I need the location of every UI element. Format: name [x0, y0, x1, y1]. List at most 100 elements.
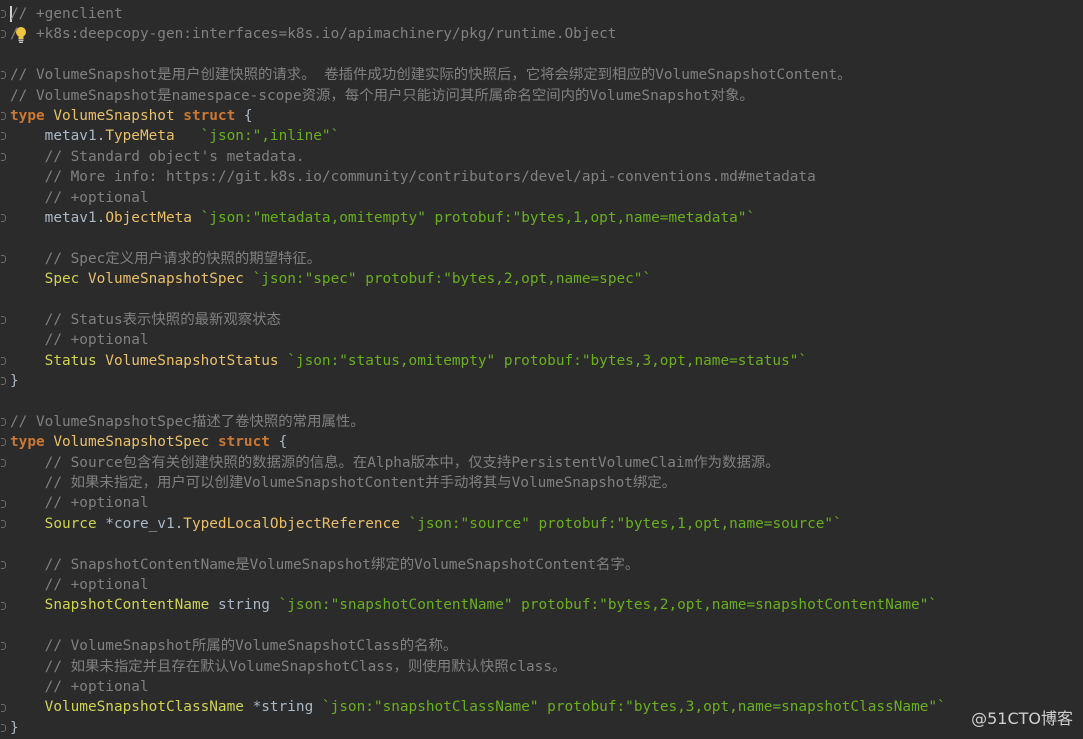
- code-token-keyword: type: [10, 107, 45, 124]
- fold-marker-icon[interactable]: [1, 254, 6, 263]
- code-line[interactable]: metav1.TypeMeta `json:",inline"`: [10, 126, 946, 146]
- code-token-type: VolumeSnapshotStatus: [96, 352, 288, 369]
- code-line[interactable]: // VolumeSnapshotSpec描述了卷快照的常用属性。: [10, 412, 946, 432]
- code-line[interactable]: }: [10, 718, 946, 738]
- code-line[interactable]: // VolumeSnapshot是namespace-scope资源，每个用户…: [10, 86, 946, 106]
- code-token-comment: // VolumeSnapshotSpec描述了卷快照的常用属性。: [10, 413, 365, 430]
- code-line[interactable]: VolumeSnapshotClassName *string `json:"s…: [10, 697, 946, 717]
- code-line[interactable]: type VolumeSnapshotSpec struct {: [10, 432, 946, 452]
- code-line[interactable]: SnapshotContentName string `json:"snapsh…: [10, 595, 946, 615]
- fold-marker-icon[interactable]: [1, 418, 6, 426]
- code-token-ident: string: [209, 597, 279, 614]
- fold-marker-icon[interactable]: [1, 601, 6, 610]
- code-line[interactable]: // VolumeSnapshot是用户创建快照的请求。 卷插件成功创建实际的快…: [10, 65, 946, 85]
- code-token-ident: metav1.: [10, 128, 106, 145]
- code-line[interactable]: // More info: https://git.k8s.io/communi…: [10, 167, 946, 187]
- code-token-comment: // +optional: [10, 495, 149, 512]
- code-token-comment: // +optional: [10, 678, 149, 695]
- code-token-comment: // +genclient: [10, 6, 123, 22]
- fold-gutter: [0, 0, 9, 739]
- code-line[interactable]: // +optional: [10, 330, 946, 350]
- code-line[interactable]: // VolumeSnapshot所属的VolumeSnapshotClass的…: [10, 636, 946, 656]
- fold-marker-icon[interactable]: [1, 316, 6, 324]
- code-token-ident: metav1.: [10, 209, 106, 226]
- code-line[interactable]: // Status表示快照的最新观察状态: [10, 310, 946, 330]
- code-token-keyword: struct: [183, 107, 236, 124]
- code-line[interactable]: // 如果未指定，用户可以创建VolumeSnapshotContent并手动将…: [10, 473, 946, 493]
- code-token-comment: / +k8s:deepcopy-gen:interfaces=k8s.io/ap…: [10, 26, 617, 43]
- code-token-type: VolumeSnapshotSpec: [79, 271, 253, 288]
- code-token-punct: }: [10, 373, 19, 390]
- code-line[interactable]: // +optional: [10, 493, 946, 513]
- code-token-comment: // Status表示快照的最新观察状态: [10, 311, 281, 328]
- fold-marker-icon[interactable]: [1, 499, 6, 508]
- fold-marker-icon[interactable]: [1, 30, 6, 39]
- code-token-tag: `json:"snapshotContentName" protobuf:"by…: [278, 597, 938, 614]
- fold-marker-icon[interactable]: [1, 112, 6, 120]
- code-editor[interactable]: // +genclient / +k8s:deepcopy-gen:interfa…: [0, 0, 1083, 739]
- code-token-comment: // 如果未指定，用户可以创建VolumeSnapshotContent并手动将…: [10, 474, 677, 491]
- code-token-comment: // VolumeSnapshot是namespace-scope资源，每个用户…: [10, 87, 754, 104]
- code-line[interactable]: // Source包含有关创建快照的数据源的信息。在Alpha版本中，仅支持Pe…: [10, 453, 946, 473]
- fold-marker-icon[interactable]: [1, 458, 6, 467]
- code-token-tag: `json:"metadata,omitempty" protobuf:"byt…: [200, 209, 756, 226]
- code-line[interactable]: [10, 391, 946, 411]
- fold-marker-icon[interactable]: [1, 520, 6, 528]
- code-token-type: ObjectMeta: [105, 209, 192, 226]
- fold-marker-icon[interactable]: [1, 560, 6, 569]
- code-line[interactable]: Spec VolumeSnapshotSpec `json:"spec" pro…: [10, 269, 946, 289]
- fold-marker-icon[interactable]: [1, 703, 6, 712]
- code-line[interactable]: // Spec定义用户请求的快照的期望特征。: [10, 249, 946, 269]
- fold-marker-icon[interactable]: [1, 438, 6, 447]
- code-token-punct: }: [10, 719, 19, 736]
- code-token-punct: [400, 516, 409, 532]
- code-line[interactable]: [10, 45, 946, 65]
- code-token-comment: // +optional: [10, 576, 149, 593]
- fold-marker-icon[interactable]: [1, 10, 6, 18]
- code-token-field: SnapshotContentName: [10, 597, 210, 614]
- code-line[interactable]: // SnapshotContentName是VolumeSnapshot绑定的…: [10, 555, 946, 575]
- fold-marker-icon[interactable]: [1, 377, 6, 386]
- code-line[interactable]: }: [10, 371, 946, 391]
- code-token-comment: // More info: https://git.k8s.io/communi…: [10, 169, 816, 186]
- code-token-field: Spec: [10, 271, 80, 288]
- code-token-keyword: type: [10, 434, 45, 451]
- fold-marker-icon[interactable]: [1, 132, 6, 141]
- code-area[interactable]: // +genclient / +k8s:deepcopy-gen:interfa…: [10, 4, 946, 738]
- code-line[interactable]: [10, 228, 946, 248]
- code-token-tag: `json:"snapshotClassName" protobuf:"byte…: [321, 699, 946, 716]
- fold-marker-icon[interactable]: [1, 356, 6, 365]
- code-line[interactable]: Status VolumeSnapshotStatus `json:"statu…: [10, 351, 946, 371]
- code-line[interactable]: type VolumeSnapshot struct {: [10, 106, 946, 126]
- code-token-comment: // SnapshotContentName是VolumeSnapshot绑定的…: [10, 556, 640, 573]
- fold-marker-icon[interactable]: [1, 724, 6, 732]
- code-line[interactable]: // +optional: [10, 575, 946, 595]
- code-line[interactable]: // +optional: [10, 677, 946, 697]
- code-token-field: Status: [10, 352, 97, 369]
- code-token-type: VolumeSnapshot: [44, 107, 184, 124]
- code-line[interactable]: // Standard object's metadata.: [10, 147, 946, 167]
- code-token-comment: // 如果未指定并且存在默认VolumeSnapshotClass，则使用默认快…: [10, 658, 567, 675]
- code-line[interactable]: Source *core_v1.TypedLocalObjectReferenc…: [10, 514, 946, 534]
- code-token-field: VolumeSnapshotClassName: [10, 699, 244, 716]
- code-token-type: VolumeSnapshotSpec: [44, 434, 218, 451]
- fold-marker-icon[interactable]: [1, 214, 6, 222]
- code-line[interactable]: [10, 616, 946, 636]
- code-token-comment: // Spec定义用户请求的快照的期望特征。: [10, 250, 322, 267]
- code-line[interactable]: metav1.ObjectMeta `json:"metadata,omitem…: [10, 208, 946, 228]
- fold-marker-icon[interactable]: [1, 152, 6, 161]
- code-token-punct: [192, 210, 201, 226]
- code-line[interactable]: / +k8s:deepcopy-gen:interfaces=k8s.io/ap…: [10, 24, 946, 44]
- fold-marker-icon[interactable]: [1, 71, 6, 80]
- code-token-tag: `json:"status,omitempty" protobuf:"bytes…: [287, 352, 808, 369]
- code-line[interactable]: // +optional: [10, 188, 946, 208]
- code-token-comment: // VolumeSnapshot是用户创建快照的请求。 卷插件成功创建实际的快…: [10, 67, 852, 84]
- code-token-ident: *core_v1.: [96, 515, 184, 532]
- fold-marker-icon[interactable]: [1, 642, 6, 651]
- code-token-tag: `json:"source" protobuf:"bytes,1,opt,nam…: [408, 515, 842, 532]
- code-line[interactable]: [10, 534, 946, 554]
- code-line[interactable]: // 如果未指定并且存在默认VolumeSnapshotClass，则使用默认快…: [10, 657, 946, 677]
- code-line[interactable]: [10, 289, 946, 309]
- code-line[interactable]: // +genclient: [10, 4, 946, 24]
- code-token-comment: // Standard object's metadata.: [10, 148, 305, 165]
